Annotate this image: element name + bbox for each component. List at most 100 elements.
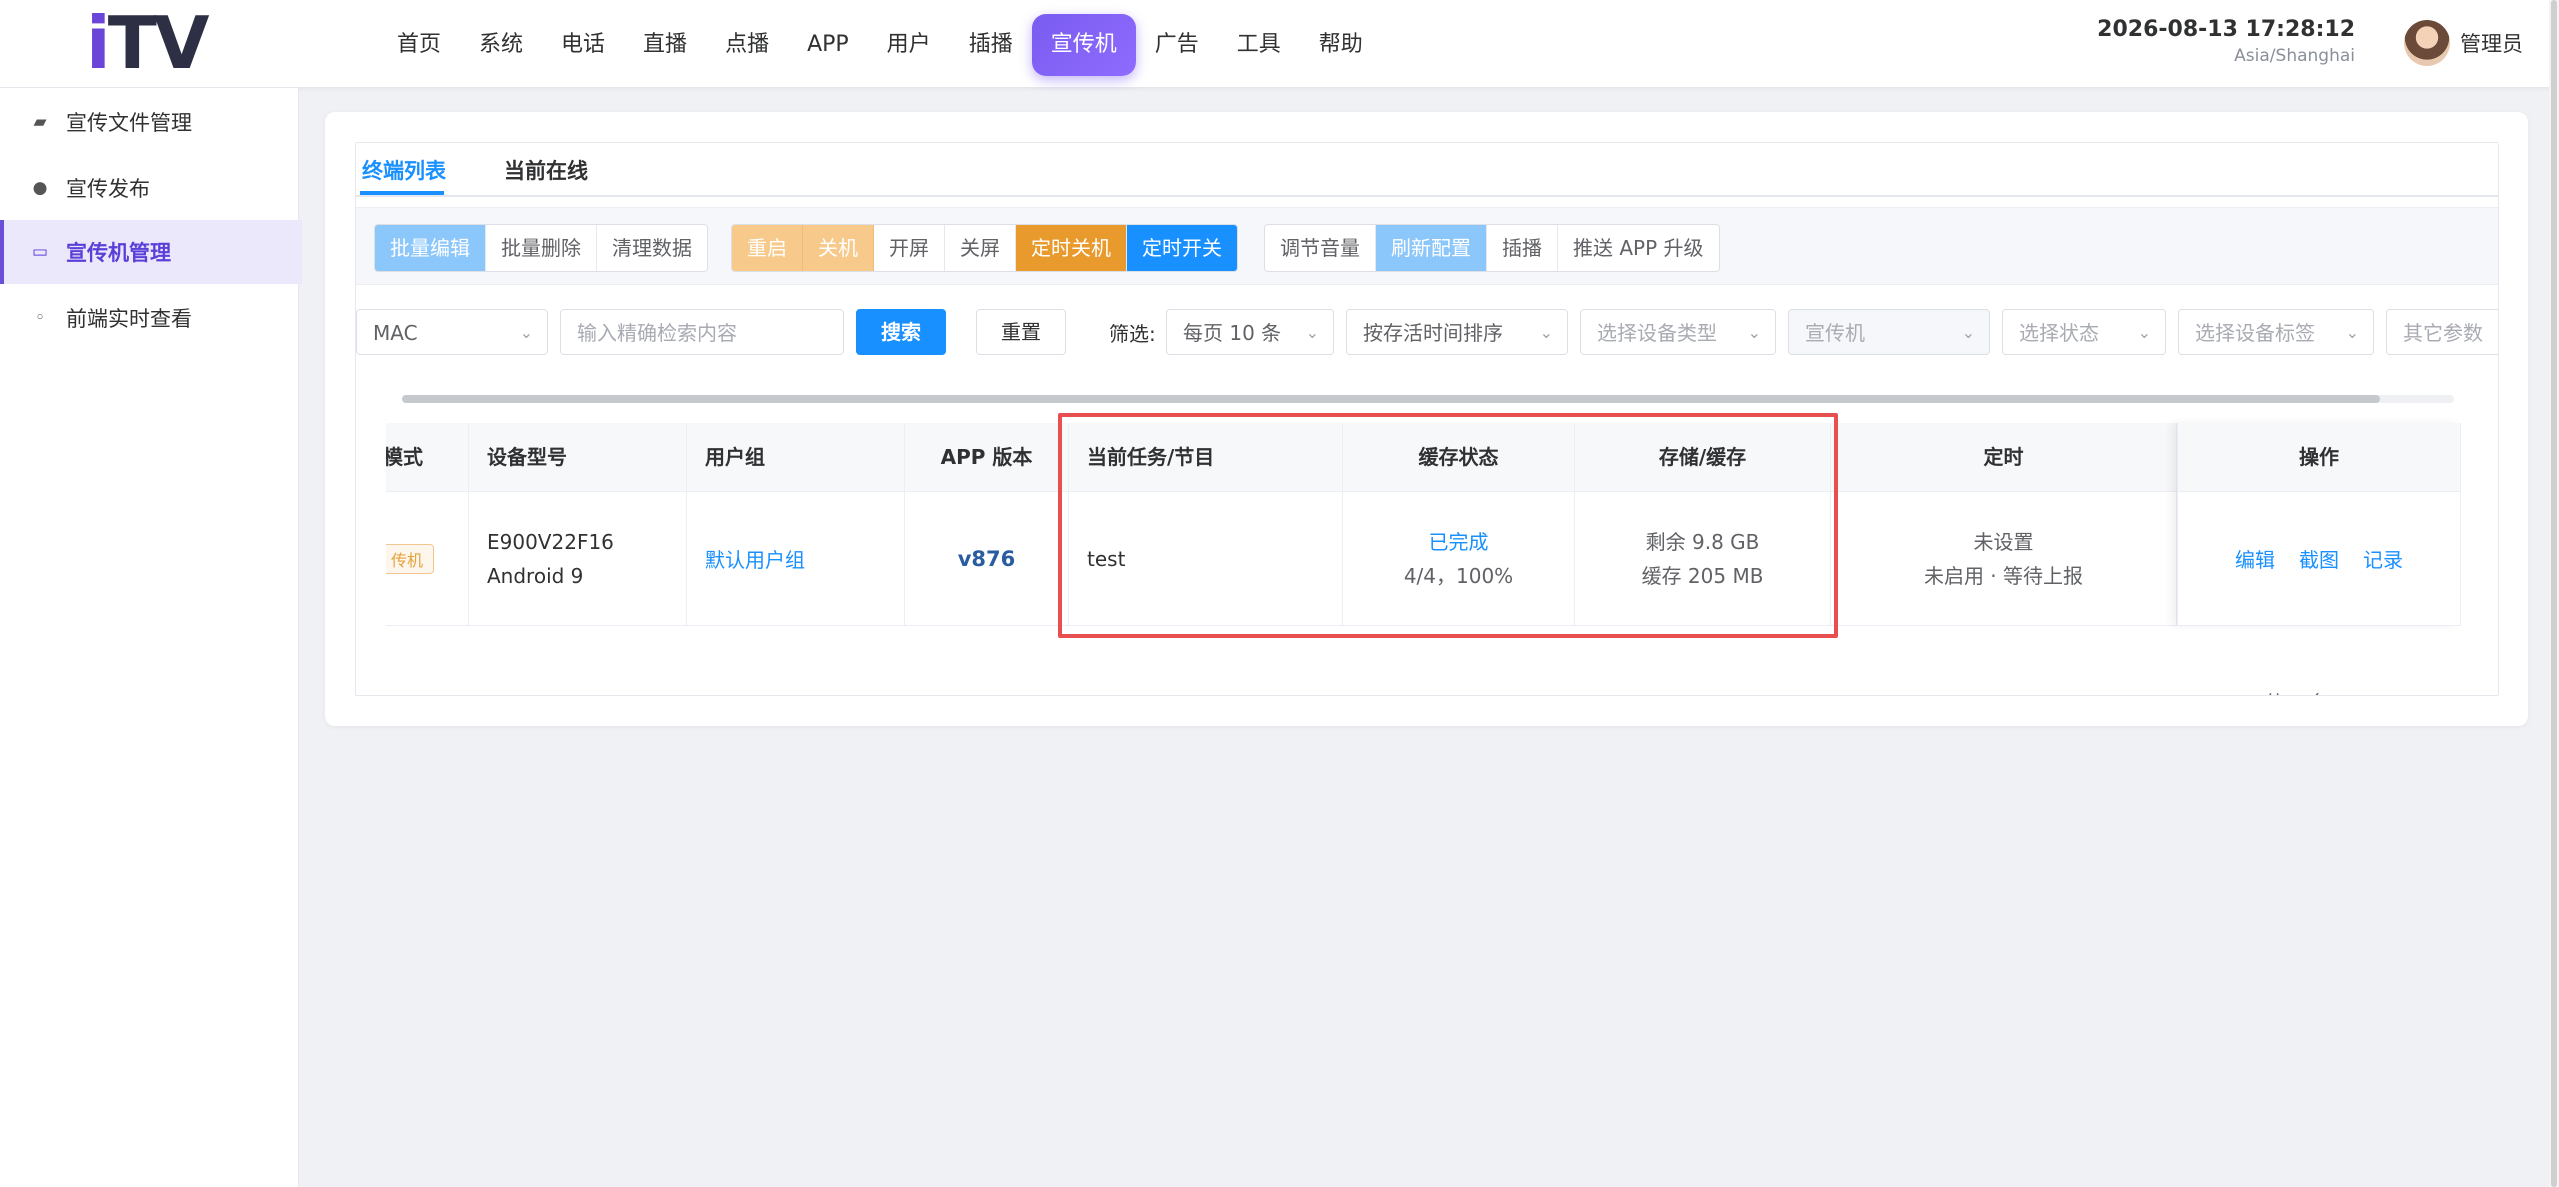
next-page-button[interactable]: › — [2498, 688, 2499, 696]
search-field-value: MAC — [373, 321, 418, 345]
app-version-value: v876 — [957, 546, 1016, 571]
sidebar-item-label: 前端实时查看 — [66, 307, 192, 331]
search-input-placeholder: 输入精确检索内容 — [577, 321, 737, 345]
pagination-total: 共 1 条 — [2264, 688, 2329, 695]
tab-active-indicator — [360, 191, 444, 195]
user-menu[interactable]: 管理员 — [2404, 20, 2523, 66]
storage-free: 剩余 9.8 GB — [1645, 529, 1760, 554]
current-datetime: 2026-08-13 17:28:12 — [2097, 17, 2355, 42]
reset-button[interactable]: 重置 — [976, 309, 1066, 355]
nav-insert[interactable]: 插播 — [950, 14, 1032, 76]
log-link[interactable]: 记录 — [2363, 544, 2403, 573]
batch-edit-button[interactable]: 批量编辑 — [375, 225, 486, 271]
sidebar-item-label: 宣传文件管理 — [66, 111, 192, 135]
status-placeholder: 选择状态 — [2019, 321, 2099, 345]
nav-live[interactable]: 直播 — [624, 14, 706, 76]
page-scrollbar[interactable] — [2549, 0, 2559, 1187]
batch-delete-button[interactable]: 批量删除 — [486, 225, 597, 271]
nav-system[interactable]: 系统 — [460, 14, 542, 76]
cell-mode: 传机 — [386, 491, 468, 626]
nav-users[interactable]: 用户 — [868, 14, 950, 76]
nav-ads[interactable]: 广告 — [1136, 14, 1218, 76]
nav-phone[interactable]: 电话 — [542, 14, 624, 76]
main-nav: 首页 系统 电话 直播 点播 APP 用户 插播 宣传机 广告 工具 帮助 — [378, 14, 1382, 76]
clear-data-button[interactable]: 清理数据 — [597, 225, 707, 271]
chevron-down-icon: ⌄ — [1539, 323, 1553, 342]
nav-promo-device[interactable]: 宣传机 — [1031, 14, 1136, 76]
insert-broadcast-button[interactable]: 插播 — [1487, 225, 1558, 271]
nav-vod[interactable]: 点播 — [706, 14, 788, 76]
page-size-select[interactable]: 每页 10 条 ⌄ — [1166, 309, 1334, 355]
screen-off-button[interactable]: 关屏 — [945, 225, 1016, 271]
scheduled-shutdown-button[interactable]: 定时关机 — [1016, 225, 1127, 271]
edit-link[interactable]: 编辑 — [2235, 544, 2275, 573]
mode-badge: 传机 — [386, 543, 434, 574]
cell-actions: 编辑 截图 记录 — [2178, 491, 2460, 626]
other-params-select[interactable]: 其它参数 — [2386, 309, 2498, 355]
sidebar-item-promo-device-mgmt[interactable]: ▭ 宣传机管理 — [0, 220, 302, 284]
search-input[interactable]: 输入精确检索内容 — [560, 309, 844, 355]
schedule-status: 未设置 — [1973, 529, 2034, 554]
page-scrollbar-thumb[interactable] — [2551, 0, 2557, 1187]
clock: 2026-08-13 17:28:12 Asia/Shanghai — [2097, 16, 2355, 68]
search-button[interactable]: 搜索 — [856, 309, 946, 355]
sidebar-item-promo-files[interactable]: ▰ 宣传文件管理 — [0, 90, 298, 154]
refresh-config-button[interactable]: 刷新配置 — [1376, 225, 1487, 271]
sidebar-item-live-view[interactable]: ◦ 前端实时查看 — [0, 286, 298, 350]
col-user-group: 用户组 默认用户组 — [687, 423, 905, 626]
itv-logo[interactable]: iTV — [86, 7, 216, 79]
device-category-value: 宣传机 — [1805, 321, 1865, 345]
header-cache-status: 缓存状态 — [1343, 423, 1574, 491]
schedule-detail: 未启用 · 等待上报 — [1923, 563, 2084, 588]
col-schedule: 定时 未设置 未启用 · 等待上报 — [1831, 423, 2177, 626]
page-1-button[interactable]: 1 — [2452, 688, 2466, 695]
header-current-task: 当前任务/节目 — [1069, 423, 1342, 491]
device-type-placeholder: 选择设备类型 — [1597, 321, 1717, 345]
avatar[interactable] — [2404, 20, 2450, 66]
header-model: 设备型号 — [469, 423, 686, 491]
nav-help[interactable]: 帮助 — [1300, 14, 1382, 76]
device-tag-select[interactable]: 选择设备标签 ⌄ — [2178, 309, 2374, 355]
tab-terminal-list[interactable]: 终端列表 — [362, 155, 446, 185]
monitor-icon: ▭ — [31, 242, 49, 262]
cell-user-group: 默认用户组 — [687, 491, 904, 626]
search-field-select[interactable]: MAC ⌄ — [356, 309, 548, 355]
adjust-volume-button[interactable]: 调节音量 — [1265, 225, 1376, 271]
tab-current-online[interactable]: 当前在线 — [504, 155, 588, 185]
sidebar-item-promo-publish[interactable]: ● 宣传发布 — [0, 156, 298, 220]
filter-scrollbar-thumb[interactable] — [402, 395, 2380, 403]
nav-app[interactable]: APP — [788, 14, 868, 76]
shutdown-button[interactable]: 关机 — [803, 225, 874, 271]
cell-model: E900V22F16 Android 9 — [469, 491, 686, 626]
cell-current-task: test — [1069, 491, 1342, 626]
cell-app-version: v876 — [905, 491, 1068, 626]
model-os: Android 9 — [487, 563, 584, 588]
other-params-placeholder: 其它参数 — [2403, 321, 2483, 345]
sort-select[interactable]: 按存活时间排序 ⌄ — [1346, 309, 1568, 355]
status-select[interactable]: 选择状态 ⌄ — [2002, 309, 2166, 355]
scheduled-power-button[interactable]: 定时开关 — [1127, 225, 1237, 271]
device-type-select[interactable]: 选择设备类型 ⌄ — [1580, 309, 1776, 355]
device-tag-placeholder: 选择设备标签 — [2195, 321, 2315, 345]
user-group-link[interactable]: 默认用户组 — [705, 544, 904, 573]
col-actions: 操作 编辑 截图 记录 — [2177, 423, 2461, 626]
screenshot-link[interactable]: 截图 — [2299, 544, 2339, 573]
cache-status-link[interactable]: 已完成 — [1429, 525, 1489, 559]
filter-horizontal-scrollbar[interactable] — [402, 395, 2454, 403]
nav-home[interactable]: 首页 — [378, 14, 460, 76]
chevron-down-icon: ⌄ — [1961, 323, 1975, 342]
user-name[interactable]: 管理员 — [2460, 28, 2523, 58]
current-task-value: test — [1087, 546, 1126, 571]
push-app-upgrade-button[interactable]: 推送 APP 升级 — [1558, 225, 1719, 271]
nav-tools[interactable]: 工具 — [1218, 14, 1300, 76]
user-icon: ● — [32, 178, 48, 198]
screen-on-button[interactable]: 开屏 — [874, 225, 945, 271]
prev-page-button[interactable]: ‹ — [2398, 688, 2408, 695]
header-actions: 操作 — [2178, 423, 2460, 491]
reboot-button[interactable]: 重启 — [732, 225, 803, 271]
tab-bar: 终端列表 当前在线 — [356, 143, 2498, 197]
power-actions-group: 重启 关机 开屏 关屏 定时关机 定时开关 — [731, 224, 1238, 272]
col-cache-status: 缓存状态 已完成 4/4，100% — [1343, 423, 1575, 626]
header-user-group: 用户组 — [687, 423, 904, 491]
col-storage: 存储/缓存 剩余 9.8 GB 缓存 205 MB — [1575, 423, 1831, 626]
